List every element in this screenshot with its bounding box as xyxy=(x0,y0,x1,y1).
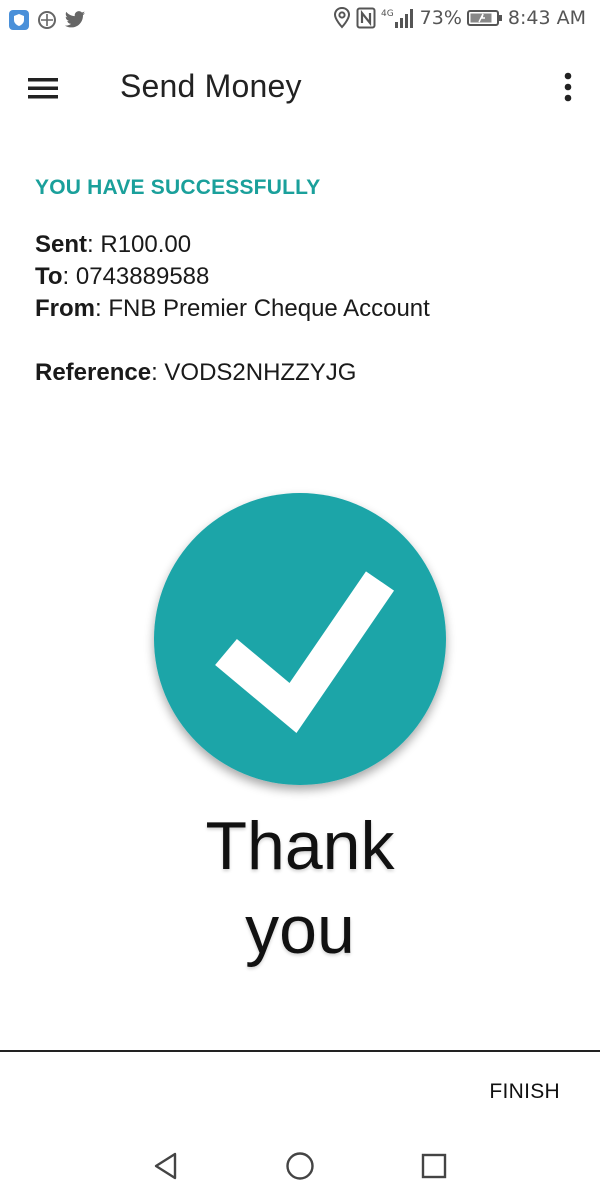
reference-label: Reference xyxy=(35,359,152,386)
sent-value: R100.00 xyxy=(100,231,192,258)
thank-you-line-1: Thank xyxy=(205,808,395,884)
from-row: From: FNB Premier Cheque Account xyxy=(35,295,430,322)
sent-label: Sent xyxy=(35,231,88,258)
signal-icon: 4G xyxy=(381,6,415,30)
app-bar: Send Money xyxy=(0,40,600,136)
from-label: From xyxy=(35,295,95,322)
recents-icon[interactable] xyxy=(418,1150,450,1186)
from-value: FNB Premier Cheque Account xyxy=(108,295,430,322)
hamburger-menu-icon[interactable] xyxy=(24,74,64,102)
thank-you-line-2: you xyxy=(245,892,355,968)
status-bar-notifications xyxy=(8,9,86,35)
to-row: To: 0743889588 xyxy=(35,263,210,290)
sent-row: Sent: R100.00 xyxy=(35,231,192,258)
nfc-icon xyxy=(356,7,376,29)
success-heading: YOU HAVE SUCCESSFULLY xyxy=(35,176,321,199)
check-circle-icon xyxy=(154,493,446,785)
finish-button[interactable]: FINISH xyxy=(489,1080,560,1104)
footer-divider xyxy=(0,1050,600,1052)
twitter-icon xyxy=(64,10,86,34)
battery-icon xyxy=(466,8,503,28)
thank-you-message: Thank you xyxy=(0,804,600,972)
sync-icon xyxy=(36,9,58,35)
clock: 8:43 AM xyxy=(507,7,586,29)
reference-row: Reference: VODS2NHZZYJG xyxy=(35,359,357,386)
home-icon[interactable] xyxy=(284,1150,316,1186)
transaction-details: Sent: R100.00 To: 0743889588 From: FNB P… xyxy=(35,229,430,389)
svg-text:4G: 4G xyxy=(381,9,394,19)
page-title: Send Money xyxy=(120,68,302,104)
shield-app-icon xyxy=(8,9,30,35)
status-bar-system: 4G 73% 8:43 AM xyxy=(333,6,586,30)
more-vert-icon[interactable] xyxy=(560,70,576,104)
reference-value: VODS2NHZZYJG xyxy=(164,359,357,386)
battery-percent: 73% xyxy=(419,7,462,29)
location-icon xyxy=(333,6,351,30)
back-icon[interactable] xyxy=(150,1150,182,1186)
to-label: To xyxy=(35,263,63,290)
status-bar: 4G 73% 8:43 AM xyxy=(0,0,600,40)
system-nav-bar xyxy=(0,1138,600,1200)
to-value: 0743889588 xyxy=(75,263,210,290)
